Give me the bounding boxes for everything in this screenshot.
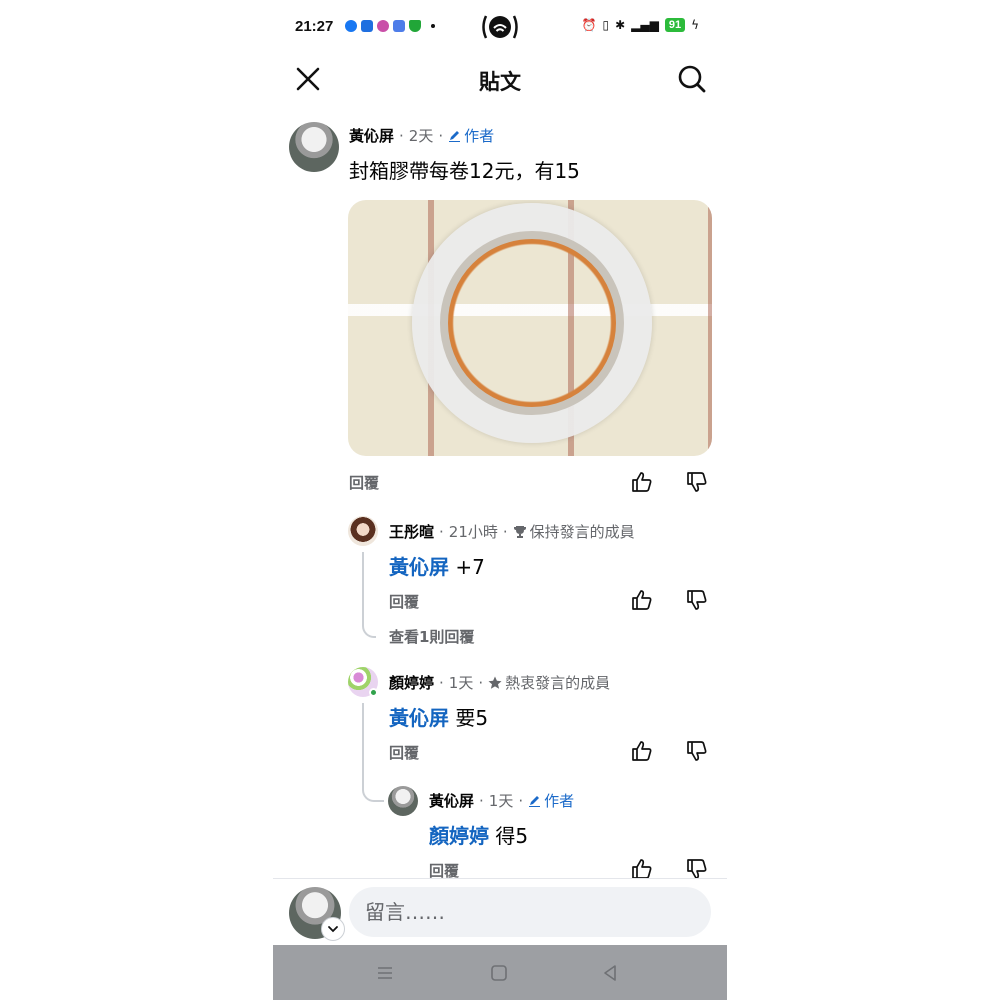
pencil-icon [529,796,541,807]
comment-text: 封箱膠帶每卷12元，有15 [349,159,580,183]
flower-app-icon [377,20,389,32]
comment-input[interactable] [349,887,711,937]
star-icon [488,676,502,689]
thread-line [362,780,384,802]
status-indicators: ⏰ ▯ ✱ ▂▄▆ 91 ϟ [582,18,699,32]
composer-avatar[interactable] [289,887,345,941]
status-bar: 21:27 ⏰ ▯ ✱ ▂▄▆ 91 ϟ [273,0,727,56]
comment-time[interactable]: 1天 [489,790,514,811]
member-badge: 熱衷發言的成員 [488,672,610,693]
author-badge-label: 作者 [544,792,575,810]
post-image[interactable] [348,200,712,456]
trophy-icon [513,525,526,538]
dislike-icon[interactable] [685,588,709,612]
hotspot-icon [482,15,518,39]
comment-meta: 王彤暄 · 21小時 · 保持發言的成員 [389,521,635,542]
thread-line [362,703,364,789]
comment-text: 顏婷婷 得5 [429,820,528,849]
status-app-icons [345,20,435,32]
cloud-app-icon [361,20,373,32]
comment-body: 要5 [449,706,489,730]
chevron-down-icon [328,926,338,933]
online-status-dot [369,688,378,697]
avatar[interactable] [289,122,339,172]
mention-link[interactable]: 顏婷婷 [429,824,489,848]
alarm-icon: ⏰ [581,18,597,32]
battery-level: 91 [664,18,686,32]
author-name[interactable]: 顏婷婷 [389,672,434,693]
avatar[interactable] [348,516,378,546]
comment-time[interactable]: 2天 [409,125,434,146]
author-badge-label: 作者 [464,127,495,145]
member-badge: 保持發言的成員 [513,521,635,542]
comment-meta: 顏婷婷 · 1天 · 熱衷發言的成員 [389,672,611,693]
like-icon[interactable] [630,739,654,763]
dislike-icon[interactable] [685,470,709,494]
comment-meta: 黃伈屏 · 2天 · 作者 [349,125,495,146]
reply-button[interactable]: 回覆 [389,742,419,763]
mention-link[interactable]: 黃伈屏 [389,555,449,579]
comment-composer [273,878,727,945]
shield-app-icon [409,20,421,32]
dislike-icon[interactable] [685,739,709,763]
reply-button[interactable]: 回覆 [349,472,379,493]
messenger-icon [345,20,357,32]
search-icon[interactable] [677,64,707,94]
comment-time[interactable]: 21小時 [449,521,498,542]
back-icon[interactable] [598,961,622,985]
page-header: 貼文 [273,56,727,102]
page-title: 貼文 [479,70,521,94]
status-time: 21:27 [295,18,334,35]
pencil-icon [449,131,461,142]
home-icon[interactable] [487,961,511,985]
like-icon[interactable] [630,588,654,612]
view-replies-link[interactable]: 查看1則回覆 [389,626,474,647]
reply-button[interactable]: 回覆 [389,591,419,612]
comment-text: 黃伈屏 要5 [389,702,488,731]
comment-meta: 黃伈屏 · 1天 · 作者 [429,790,575,811]
system-nav-bar [273,945,727,1000]
vibrate-icon: ▯ [602,18,610,32]
mention-link[interactable]: 黃伈屏 [389,706,449,730]
tape-roll-photo [412,203,652,443]
identity-switcher[interactable] [321,917,345,941]
phone-screen: 21:27 ⏰ ▯ ✱ ▂▄▆ 91 ϟ 貼文 黃伈屏 · 2天 · 作者 封箱… [273,0,727,1000]
menu-icon[interactable] [373,961,397,985]
avatar[interactable] [388,786,418,816]
author-name[interactable]: 王彤暄 [389,521,434,542]
like-icon[interactable] [630,470,654,494]
author-badge: 作者 [448,125,494,146]
member-badge-label: 熱衷發言的成員 [505,674,611,692]
author-name[interactable]: 黃伈屏 [429,790,474,811]
photo-app-icon [393,20,405,32]
charging-icon: ϟ [691,18,699,32]
comment-time[interactable]: 1天 [449,672,474,693]
comment-body: 得5 [489,824,529,848]
author-badge: 作者 [528,790,574,811]
member-badge-label: 保持發言的成員 [529,523,635,541]
comment-body: +7 [449,555,485,579]
more-notifications-dot [431,24,435,28]
author-name[interactable]: 黃伈屏 [349,125,394,146]
bluetooth-icon: ✱ [615,18,626,32]
comment-text: 黃伈屏 +7 [389,551,485,580]
signal-icon: ▂▄▆ [631,18,659,32]
thread-line [362,552,376,638]
